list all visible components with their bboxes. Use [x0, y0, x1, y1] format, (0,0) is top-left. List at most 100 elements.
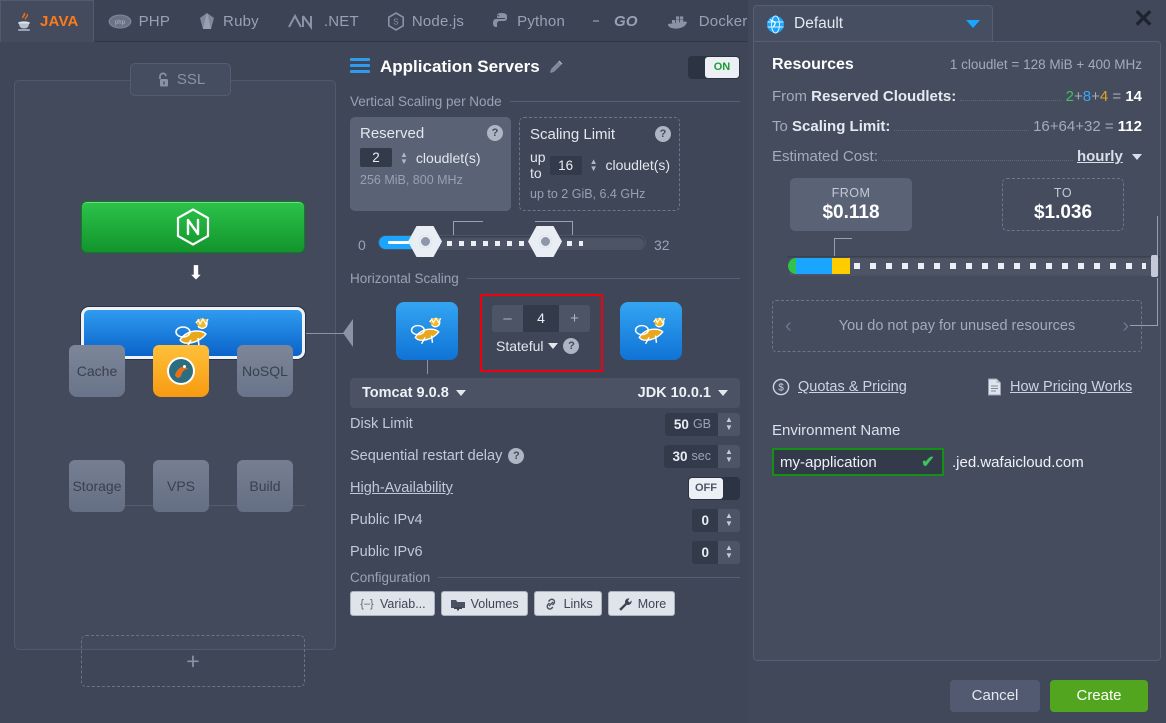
- close-icon[interactable]: ✕: [1133, 7, 1154, 32]
- jdk-version-dropdown[interactable]: JDK 10.0.1: [638, 385, 728, 401]
- edit-pencil-icon[interactable]: [548, 59, 564, 75]
- links-button[interactable]: Links: [533, 591, 602, 616]
- scaling-limit-input[interactable]: 16: [549, 155, 582, 175]
- chevron-down-icon: [548, 343, 559, 349]
- node-instance-left[interactable]: [396, 302, 458, 360]
- reserved-spinner[interactable]: ▲ ▼: [400, 150, 408, 165]
- total-value: 14: [1125, 88, 1142, 105]
- node-instance-right[interactable]: [620, 302, 682, 360]
- environment-name-input[interactable]: [774, 453, 914, 471]
- tab-java[interactable]: JAVA: [0, 0, 94, 42]
- high-availability-label[interactable]: High-Availability: [350, 480, 688, 496]
- option-public-ipv6: Public IPv6 0 ▲ ▼: [350, 536, 740, 568]
- node-load-balancer[interactable]: [81, 201, 305, 253]
- public-ipv6-arrows[interactable]: ▲ ▼: [718, 540, 740, 564]
- menu-icon[interactable]: [350, 58, 370, 76]
- node-storage[interactable]: Storage: [69, 460, 125, 512]
- node-vps[interactable]: VPS: [153, 460, 209, 512]
- tab-ruby[interactable]: Ruby: [184, 0, 273, 42]
- node-sql-database[interactable]: [153, 345, 209, 397]
- quotas-pricing-link[interactable]: $ Quotas & Pricing: [772, 378, 987, 396]
- variables-button[interactable]: {–} Variab...: [350, 591, 435, 616]
- restart-delay-label: Sequential restart delay: [350, 448, 503, 464]
- restart-delay-arrows[interactable]: ▲ ▼: [718, 444, 740, 468]
- help-icon[interactable]: ?: [655, 126, 671, 142]
- volumes-button[interactable]: Volumes: [440, 591, 528, 616]
- cloudlet-slider[interactable]: 0 32: [350, 221, 740, 269]
- option-disk-limit: Disk Limit 50 GB ▲ ▼: [350, 408, 740, 440]
- cancel-button[interactable]: Cancel: [950, 679, 1040, 712]
- reserved-cloudlets-row: From Reserved Cloudlets: 2+8+4 = 14: [772, 88, 1142, 105]
- toggle-label: ON: [705, 56, 739, 78]
- tab-docker[interactable]: Docker: [652, 0, 762, 42]
- cloudlet-definition: 1 cloudlet = 128 MiB + 400 MHz: [949, 57, 1142, 72]
- tab-go[interactable]: GO: [579, 0, 652, 42]
- help-icon[interactable]: ?: [487, 125, 503, 141]
- billing-period-dropdown[interactable]: hourly: [1077, 148, 1142, 165]
- stateful-dropdown[interactable]: Stateful ?: [496, 338, 580, 354]
- next-arrow-icon[interactable]: ›: [1122, 315, 1129, 338]
- ssl-badge[interactable]: SSL: [130, 63, 231, 96]
- tab-python[interactable]: Python: [478, 0, 579, 42]
- tab-label: Ruby: [223, 12, 259, 30]
- pricing-links: $ Quotas & Pricing How Pricing Works: [772, 378, 1142, 396]
- node-enabled-toggle[interactable]: ON: [688, 55, 740, 79]
- tab-label: PHP: [138, 12, 171, 30]
- ssl-label: SSL: [176, 71, 206, 88]
- node-settings-panel: Application Servers ON Vertical Scaling …: [350, 50, 740, 670]
- help-icon[interactable]: ?: [563, 338, 580, 354]
- restart-delay-stepper[interactable]: 30 sec ▲ ▼: [663, 444, 740, 468]
- how-pricing-works-link[interactable]: How Pricing Works: [987, 378, 1132, 396]
- option-label: Public IPv6: [350, 544, 423, 560]
- tab-dotnet[interactable]: .NET: [273, 0, 373, 42]
- toggle-label: OFF: [689, 477, 723, 499]
- option-label: Public IPv4: [350, 512, 423, 528]
- node-nosql[interactable]: NoSQL: [237, 345, 293, 397]
- public-ipv6-stepper[interactable]: 0 ▲ ▼: [692, 540, 740, 564]
- more-button[interactable]: More: [607, 591, 676, 616]
- prev-arrow-icon[interactable]: ‹: [785, 315, 792, 338]
- environment-name-field[interactable]: ✔: [772, 448, 944, 476]
- region-tab[interactable]: Default: [753, 5, 993, 42]
- link-label: Quotas & Pricing: [798, 379, 907, 395]
- public-ipv4-value: 0: [701, 512, 709, 528]
- cost-to-label: TO: [1053, 185, 1073, 200]
- tab-php[interactable]: php PHP: [94, 0, 184, 42]
- tab-label: Docker: [698, 12, 748, 30]
- docker-icon: [666, 12, 692, 30]
- add-node-button[interactable]: +: [81, 635, 305, 687]
- disk-limit-unit: GB: [692, 417, 711, 431]
- decrement-button[interactable]: –: [492, 310, 523, 327]
- public-ipv4-stepper[interactable]: 0 ▲ ▼: [692, 508, 740, 532]
- high-availability-toggle[interactable]: OFF: [688, 476, 740, 500]
- create-button[interactable]: Create: [1050, 679, 1148, 712]
- limit-spinner[interactable]: ▲ ▼: [590, 158, 598, 173]
- node-build[interactable]: Build: [237, 460, 293, 512]
- row-value: 16+64+32 = 112: [1033, 118, 1142, 135]
- slider-end-handle[interactable]: [1151, 255, 1158, 277]
- node-label: NoSQL: [242, 363, 288, 379]
- vertical-scaling-section-header: Vertical Scaling per Node: [350, 94, 740, 109]
- reserved-slider-handle[interactable]: [408, 226, 442, 257]
- help-icon[interactable]: ?: [508, 448, 525, 464]
- tab-label: GO: [614, 12, 638, 30]
- node-cache[interactable]: Cache: [69, 345, 125, 397]
- disk-limit-stepper[interactable]: 50 GB ▲ ▼: [664, 412, 740, 436]
- equals-sign: =: [1104, 118, 1114, 135]
- increment-button[interactable]: +: [559, 310, 590, 327]
- disk-limit-arrows[interactable]: ▲ ▼: [718, 412, 740, 436]
- reserved-cloudlets-input[interactable]: 2: [360, 148, 392, 167]
- public-ipv4-arrows[interactable]: ▲ ▼: [718, 508, 740, 532]
- cost-boxes: FROM $0.118 TO $1.036: [772, 178, 1142, 238]
- tab-nodejs[interactable]: S Node.js: [373, 0, 478, 42]
- row-label: Estimated Cost:: [772, 148, 878, 165]
- ruby-icon: [198, 12, 216, 31]
- cost-slider[interactable]: [772, 216, 1160, 326]
- chevron-down-icon[interactable]: [966, 20, 980, 28]
- reserved-value-row: 2 ▲ ▼ cloudlet(s): [360, 148, 501, 167]
- tab-label: .NET: [323, 12, 359, 30]
- node-count-value[interactable]: 4: [523, 305, 559, 332]
- engine-version-dropdown[interactable]: Tomcat 9.0.8: [362, 385, 466, 401]
- engine-version-label: Tomcat 9.0.8: [362, 385, 449, 401]
- button-label: Links: [563, 596, 593, 611]
